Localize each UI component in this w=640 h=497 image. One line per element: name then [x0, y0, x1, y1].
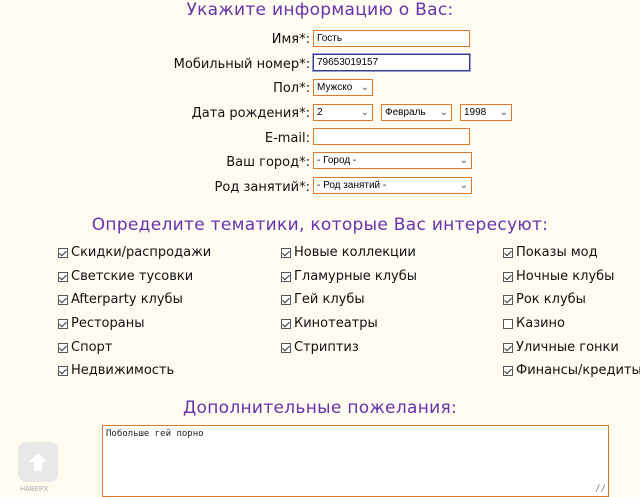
topic-checkbox[interactable]: Ночные клубы: [503, 269, 614, 284]
topic-label: Скидки/распродажи: [71, 245, 212, 260]
section-title-info: Укажите информацию о Вас:: [186, 0, 454, 20]
topic-label: Казино: [516, 316, 566, 331]
checkbox-checked-icon[interactable]: [503, 271, 513, 282]
topic-checkbox[interactable]: Финансы/кредиты: [503, 363, 640, 378]
birth-year-select[interactable]: 1998 ⌄: [460, 104, 512, 121]
checkbox-checked-icon[interactable]: [58, 294, 68, 305]
topic-checkbox[interactable]: Гей клубы: [281, 292, 365, 307]
checkbox-checked-icon[interactable]: [503, 365, 513, 376]
checkbox-checked-icon[interactable]: [281, 247, 291, 258]
topic-label: Недвижимость: [71, 363, 175, 378]
checkbox-checked-icon[interactable]: [503, 247, 513, 258]
topic-checkbox[interactable]: Светские тусовки: [58, 269, 193, 284]
birth-day-select[interactable]: 2 ⌄: [313, 104, 373, 121]
topic-checkbox[interactable]: Показы мод: [503, 245, 598, 260]
checkbox-checked-icon[interactable]: [281, 342, 291, 353]
checkbox-checked-icon[interactable]: [281, 294, 291, 305]
city-value: - Город -: [317, 155, 357, 166]
email-label: E-mail:: [264, 131, 310, 146]
checkbox-checked-icon[interactable]: [58, 247, 68, 258]
topic-checkbox[interactable]: Уличные гонки: [503, 340, 619, 355]
topic-checkbox[interactable]: Кинотеатры: [281, 316, 378, 331]
city-select[interactable]: - Город - ⌄: [313, 152, 472, 169]
occupation-label: Род занятий*:: [214, 180, 310, 195]
chevron-down-icon: ⌄: [499, 107, 508, 118]
chevron-down-icon: ⌄: [360, 107, 369, 118]
scroll-top-button[interactable]: [18, 442, 58, 482]
topic-label: Рок клубы: [516, 292, 586, 307]
occupation-select[interactable]: - Род занятий - ⌄: [313, 177, 472, 194]
city-label: Ваш город*:: [226, 155, 310, 170]
topic-label: Финансы/кредиты: [516, 363, 640, 378]
gender-select[interactable]: Мужско ⌄: [313, 79, 373, 96]
chevron-down-icon: ⌄: [439, 107, 448, 118]
birthdate-label: Дата рождения*:: [191, 106, 310, 121]
gender-label: Пол*:: [273, 81, 310, 96]
wishes-text: Побольше гей порно: [106, 429, 204, 439]
topic-checkbox[interactable]: Казино: [503, 316, 565, 331]
topic-label: Спорт: [71, 340, 113, 355]
phone-input[interactable]: 79653019157: [312, 53, 471, 72]
topic-checkbox[interactable]: Недвижимость: [58, 363, 174, 378]
topic-label: Гламурные клубы: [294, 269, 417, 284]
topic-checkbox[interactable]: Рок клубы: [503, 292, 586, 307]
topic-label: Новые коллекции: [294, 245, 416, 260]
occupation-value: - Род занятий -: [317, 180, 387, 191]
topic-label: Гей клубы: [294, 292, 365, 307]
birth-month-select[interactable]: Февраль ⌄: [381, 104, 452, 121]
topic-label: Afterparty клубы: [71, 292, 183, 307]
topic-label: Показы мод: [516, 245, 598, 260]
topic-checkbox[interactable]: Новые коллекции: [281, 245, 416, 260]
topic-label: Кинотеатры: [294, 316, 378, 331]
topic-checkbox[interactable]: Рестораны: [58, 316, 145, 331]
topic-checkbox[interactable]: Стриптиз: [281, 340, 359, 355]
name-input[interactable]: Гость: [313, 30, 470, 47]
topic-label: Уличные гонки: [516, 340, 619, 355]
section-title-topics: Определите тематики, которые Вас интерес…: [91, 215, 549, 235]
topic-label: Стриптиз: [294, 340, 359, 355]
phone-label: Мобильный номер*:: [173, 57, 310, 72]
checkbox-checked-icon[interactable]: [503, 342, 513, 353]
chevron-down-icon: ⌄: [459, 180, 468, 191]
scroll-top-caption: НАВЕРХ: [20, 486, 49, 493]
checkbox-checked-icon[interactable]: [503, 294, 513, 305]
wishes-textarea[interactable]: Побольше гей порно ∕∕: [102, 425, 609, 497]
checkbox-empty-icon[interactable]: [503, 318, 513, 329]
topic-checkbox[interactable]: Afterparty клубы: [58, 292, 183, 307]
section-title-wishes: Дополнительные пожелания:: [182, 398, 458, 418]
email-input[interactable]: [313, 128, 470, 145]
chevron-down-icon: ⌄: [459, 155, 468, 166]
checkbox-checked-icon[interactable]: [58, 365, 68, 376]
topic-label: Рестораны: [71, 316, 145, 331]
resize-handle-icon[interactable]: ∕∕: [595, 484, 606, 494]
arrow-up-icon: [29, 453, 47, 471]
checkbox-checked-icon[interactable]: [281, 318, 291, 329]
birth-day-value: 2: [317, 107, 323, 118]
name-label: Имя*:: [271, 32, 310, 47]
checkbox-checked-icon[interactable]: [58, 318, 68, 329]
topic-label: Светские тусовки: [71, 269, 194, 284]
topic-label: Ночные клубы: [516, 269, 615, 284]
birth-year-value: 1998: [464, 107, 487, 118]
gender-value: Мужско: [317, 82, 353, 93]
birth-month-value: Февраль: [385, 107, 426, 118]
checkbox-checked-icon[interactable]: [58, 271, 68, 282]
topic-checkbox[interactable]: Гламурные клубы: [281, 269, 417, 284]
chevron-down-icon: ⌄: [360, 82, 369, 93]
checkbox-checked-icon[interactable]: [281, 271, 291, 282]
topic-checkbox[interactable]: Спорт: [58, 340, 112, 355]
topic-checkbox[interactable]: Скидки/распродажи: [58, 245, 211, 260]
checkbox-checked-icon[interactable]: [58, 342, 68, 353]
